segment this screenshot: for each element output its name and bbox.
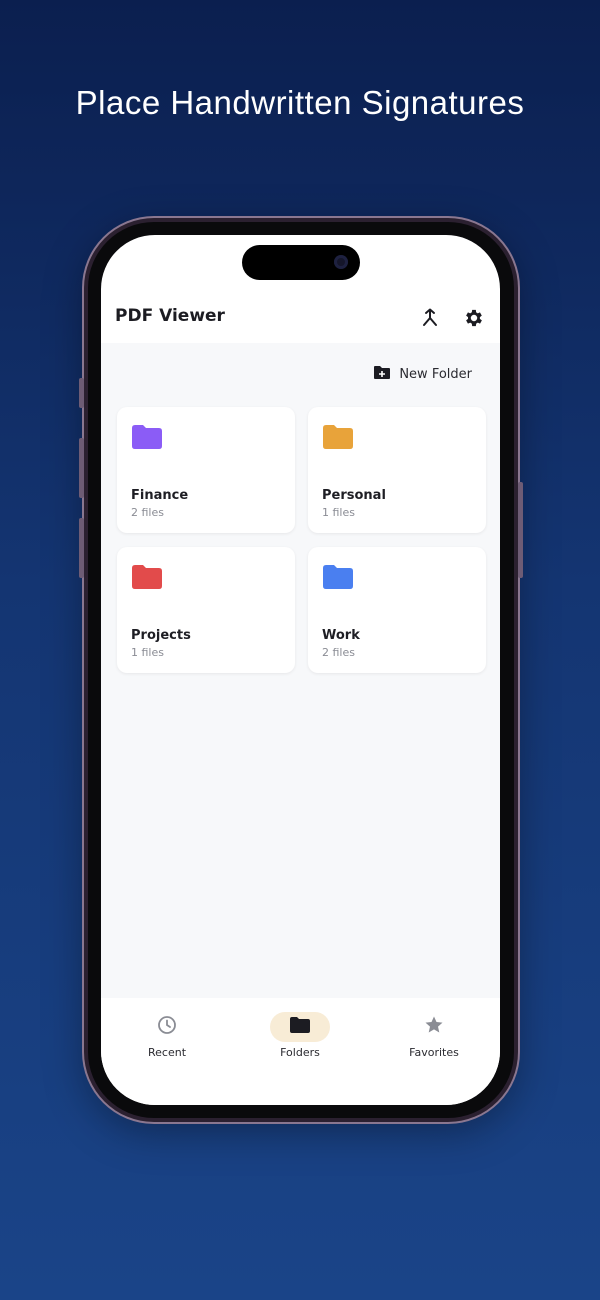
folder-card-work[interactable]: Work 2 files bbox=[308, 547, 486, 673]
phone-action-button bbox=[79, 378, 84, 408]
folder-icon bbox=[132, 425, 162, 453]
phone-volume-up-button bbox=[79, 438, 84, 498]
bottom-navigation: Recent Folders Favorites bbox=[101, 998, 500, 1105]
folder-name: Personal bbox=[322, 488, 386, 503]
new-folder-label: New Folder bbox=[399, 367, 472, 382]
nav-item-recent[interactable]: Recent bbox=[107, 1012, 227, 1072]
nav-label: Recent bbox=[147, 1046, 187, 1059]
nav-label: Favorites bbox=[409, 1046, 459, 1059]
star-icon bbox=[424, 1015, 444, 1039]
folder-name: Work bbox=[322, 628, 360, 643]
marketing-headline: Place Handwritten Signatures bbox=[75, 84, 525, 121]
folder-file-count: 1 files bbox=[322, 506, 355, 519]
folder-icon bbox=[323, 425, 353, 453]
gear-icon[interactable] bbox=[461, 305, 487, 331]
app-bar: PDF Viewer bbox=[101, 293, 500, 343]
new-folder-button[interactable]: New Folder bbox=[373, 365, 472, 384]
clock-icon bbox=[157, 1015, 177, 1039]
folder-plus-icon bbox=[373, 365, 391, 384]
nav-item-folders[interactable]: Folders bbox=[240, 1012, 360, 1072]
phone-power-button bbox=[518, 482, 523, 578]
folder-file-count: 1 files bbox=[131, 646, 164, 659]
phone-screen: PDF Viewer New Folder Finance 2 files Pe… bbox=[101, 235, 500, 1105]
app-title: PDF Viewer bbox=[115, 306, 225, 326]
folder-icon bbox=[323, 565, 353, 593]
folder-card-personal[interactable]: Personal 1 files bbox=[308, 407, 486, 533]
folder-file-count: 2 files bbox=[131, 506, 164, 519]
folders-content: New Folder Finance 2 files Personal 1 fi… bbox=[101, 343, 500, 1091]
merge-icon[interactable] bbox=[417, 305, 443, 331]
folder-name: Finance bbox=[131, 488, 189, 503]
dynamic-island bbox=[242, 245, 360, 280]
folder-card-finance[interactable]: Finance 2 files bbox=[117, 407, 295, 533]
folder-icon bbox=[132, 565, 162, 593]
phone-volume-down-button bbox=[79, 518, 84, 578]
folder-name: Projects bbox=[131, 628, 191, 643]
nav-label: Folders bbox=[280, 1046, 320, 1059]
folder-icon bbox=[290, 1017, 310, 1037]
folder-file-count: 2 files bbox=[322, 646, 355, 659]
nav-item-favorites[interactable]: Favorites bbox=[374, 1012, 494, 1072]
camera-icon bbox=[334, 255, 348, 269]
folder-card-projects[interactable]: Projects 1 files bbox=[117, 547, 295, 673]
